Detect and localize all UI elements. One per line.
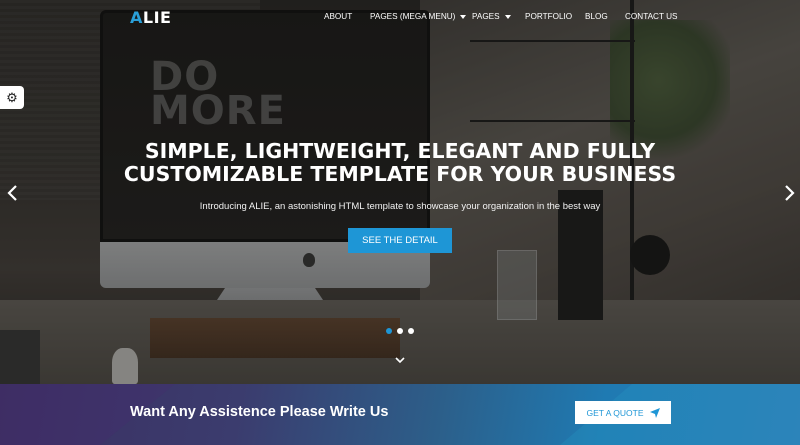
hero-content: SIMPLE, LIGHTWEIGHT, ELEGANT AND FULLY C… [100, 140, 700, 253]
nav-item-contact-us[interactable]: CONTACT US [625, 12, 677, 21]
chevron-left-icon [7, 185, 17, 201]
chevron-down-icon [395, 357, 405, 364]
hero-title-line1: SIMPLE, LIGHTWEIGHT, ELEGANT AND FULLY [144, 139, 656, 163]
caret-down-icon [460, 14, 467, 19]
banner-text: Want Any Assistence Please Write Us [130, 404, 389, 420]
nav-item-portfolio[interactable]: PORTFOLIO [525, 12, 572, 21]
get-a-quote-label: GET A QUOTE [586, 407, 644, 418]
top-navbar: ALIE ABOUT PAGES (MEGA MENU) PAGES PORTF… [0, 0, 800, 36]
paper-plane-icon [649, 407, 660, 418]
slider-dot-1[interactable] [386, 328, 392, 334]
settings-toggle-button[interactable]: ⚙ [0, 86, 24, 109]
hero-slider: DO MORE SIMPLE, LIGHTWEIGHT, ELEGANT AND … [0, 0, 800, 384]
slider-pagination [386, 328, 414, 334]
scroll-down-button[interactable] [390, 351, 410, 369]
slider-prev-button[interactable] [5, 183, 21, 203]
caret-down-icon [504, 14, 511, 19]
site-logo[interactable]: ALIE [130, 8, 171, 27]
logo-rest: LIE [142, 8, 172, 27]
chevron-right-icon [785, 185, 795, 201]
get-a-quote-button[interactable]: GET A QUOTE [575, 401, 671, 424]
slider-dot-2[interactable] [397, 328, 403, 334]
hero-title-line2: CUSTOMIZABLE TEMPLATE FOR YOUR BUSINESS [123, 162, 677, 186]
see-detail-button[interactable]: SEE THE DETAIL [348, 228, 452, 253]
nav-item-blog[interactable]: BLOG [585, 12, 608, 21]
logo-letter-a: A [130, 8, 143, 27]
nav-item-pages-mega-menu[interactable]: PAGES (MEGA MENU) [370, 12, 467, 21]
nav-item-pages[interactable]: PAGES [472, 12, 511, 21]
nav-item-about[interactable]: ABOUT [324, 12, 352, 21]
slider-dot-3[interactable] [408, 328, 414, 334]
slider-next-button[interactable] [781, 183, 797, 203]
hero-subtitle: Introducing ALIE, an astonishing HTML te… [199, 201, 601, 212]
contact-banner: Want Any Assistence Please Write Us [0, 384, 800, 445]
gear-icon: ⚙ [6, 90, 18, 105]
hero-title: SIMPLE, LIGHTWEIGHT, ELEGANT AND FULLY C… [100, 140, 700, 186]
